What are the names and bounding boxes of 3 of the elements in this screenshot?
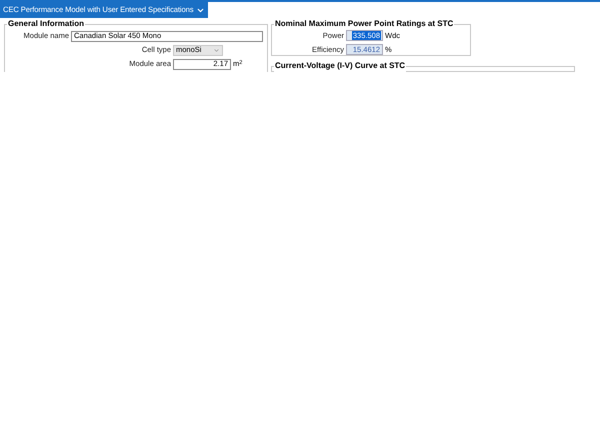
group-title: Nominal Maximum Power Point Ratings at STC <box>274 18 454 30</box>
group-title: Current-Voltage (I-V) Curve at STC <box>274 60 406 72</box>
chevron-down-icon <box>213 46 220 54</box>
